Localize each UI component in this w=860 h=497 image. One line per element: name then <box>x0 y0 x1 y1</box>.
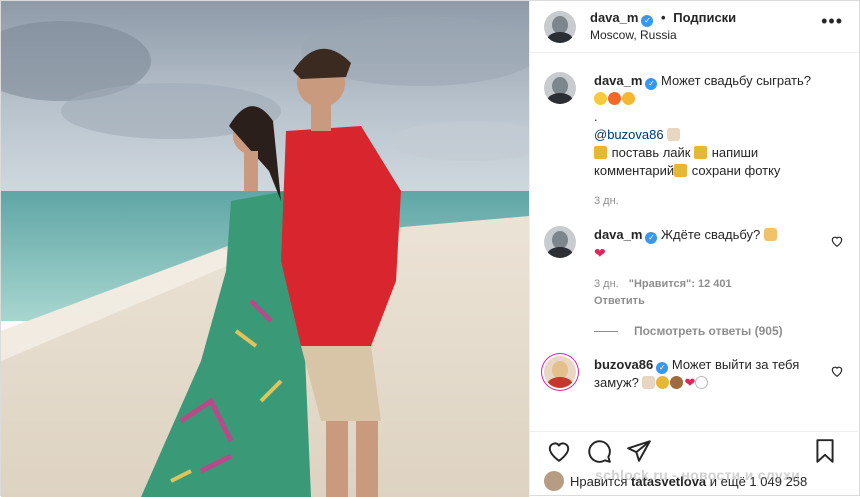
comment-avatar[interactable] <box>544 226 576 258</box>
comment-bubble-icon[interactable] <box>586 438 612 464</box>
author-username[interactable]: dava_m <box>590 10 638 25</box>
post-sidebar: dava_m ✓ • Подписки Moscow, Russia ••• da… <box>529 1 860 497</box>
caption-text: Может свадьбу сыграть? <box>661 73 812 88</box>
replies-divider <box>594 330 618 332</box>
post-actions <box>530 431 860 467</box>
red-heart-icon: ❤ <box>684 375 696 390</box>
party-popper-icon <box>694 146 708 159</box>
author-avatar[interactable] <box>544 10 576 43</box>
post-header: dava_m ✓ • Подписки Moscow, Russia ••• <box>530 1 859 53</box>
bride-icon <box>667 128 681 141</box>
pointing-hand-icon <box>763 228 777 241</box>
share-send-icon[interactable] <box>626 438 652 464</box>
comment-likes[interactable]: "Нравится": 12 401 <box>629 278 732 290</box>
caption-avatar[interactable] <box>544 72 576 104</box>
comment-item: dava_m ✓ Ждёте свадьбу? ❤ 3 дн. "Нравится"… <box>544 226 846 308</box>
comment-avatar[interactable] <box>544 356 576 388</box>
header-text: dava_m ✓ • Подписки Moscow, Russia <box>590 9 736 44</box>
comment-text: Ждёте свадьбу? <box>661 227 761 242</box>
surprised-face-icon <box>594 92 607 105</box>
comment-username[interactable]: buzova86 <box>594 357 653 372</box>
view-replies-button[interactable]: Посмотреть ответы (905) <box>594 324 846 338</box>
caption-line4-a: комментарий <box>594 163 675 178</box>
bookmark-icon[interactable] <box>812 438 838 464</box>
post-photo[interactable] <box>1 1 529 497</box>
bear-face-icon <box>670 376 684 389</box>
caption-line3-a: поставь лайк <box>611 145 691 160</box>
fire-icon <box>608 92 621 105</box>
liker-avatar[interactable] <box>544 471 564 491</box>
view-replies-label: Посмотреть ответы (905) <box>634 324 783 338</box>
comment-item: buzova86 ✓ Может выйти за тебя замуж? ❤ <box>544 356 846 392</box>
star-struck-face-icon <box>622 92 635 105</box>
follow-separator: • <box>661 10 666 25</box>
party-popper-icon <box>674 164 688 177</box>
mention-link[interactable]: @buzova86 <box>594 127 664 142</box>
caption-line4-b: сохрани фотку <box>691 163 781 178</box>
site-watermark: schlock.ru - новости и слухи <box>595 467 801 483</box>
comment-username[interactable]: dava_m <box>594 227 642 242</box>
party-popper-icon <box>594 146 607 159</box>
verified-badge-icon: ✓ <box>641 15 654 27</box>
instagram-post: dava_m ✓ • Подписки Moscow, Russia ••• da… <box>0 0 860 497</box>
following-button[interactable]: Подписки <box>673 10 736 25</box>
verified-badge-icon: ✓ <box>656 362 669 374</box>
bride-icon <box>642 376 656 389</box>
red-heart-icon: ❤ <box>594 245 606 261</box>
like-comment-heart-icon[interactable] <box>830 234 844 248</box>
caption-dot: . <box>594 109 598 124</box>
dizzy-face-icon <box>695 376 709 389</box>
like-heart-icon[interactable] <box>546 438 572 464</box>
verified-badge-icon: ✓ <box>645 78 658 90</box>
caption-time: 3 дн. <box>594 195 619 207</box>
post-location[interactable]: Moscow, Russia <box>590 27 736 44</box>
verified-badge-icon: ✓ <box>645 232 658 244</box>
caption-line3-b: напиши <box>711 145 759 160</box>
caption-username[interactable]: dava_m <box>594 73 642 88</box>
more-horizontal-icon[interactable]: ••• <box>821 11 843 32</box>
comments-area: dava_m ✓ Может свадьбу сыграть? . @buzova… <box>530 54 860 426</box>
ring-icon <box>656 376 670 389</box>
comment-time: 3 дн. <box>594 278 619 290</box>
beach-couple-photo <box>1 1 529 497</box>
reply-button[interactable]: Ответить <box>594 294 826 308</box>
like-comment-heart-icon[interactable] <box>830 364 844 378</box>
caption: dava_m ✓ Может свадьбу сыграть? . @buzova… <box>544 72 846 208</box>
